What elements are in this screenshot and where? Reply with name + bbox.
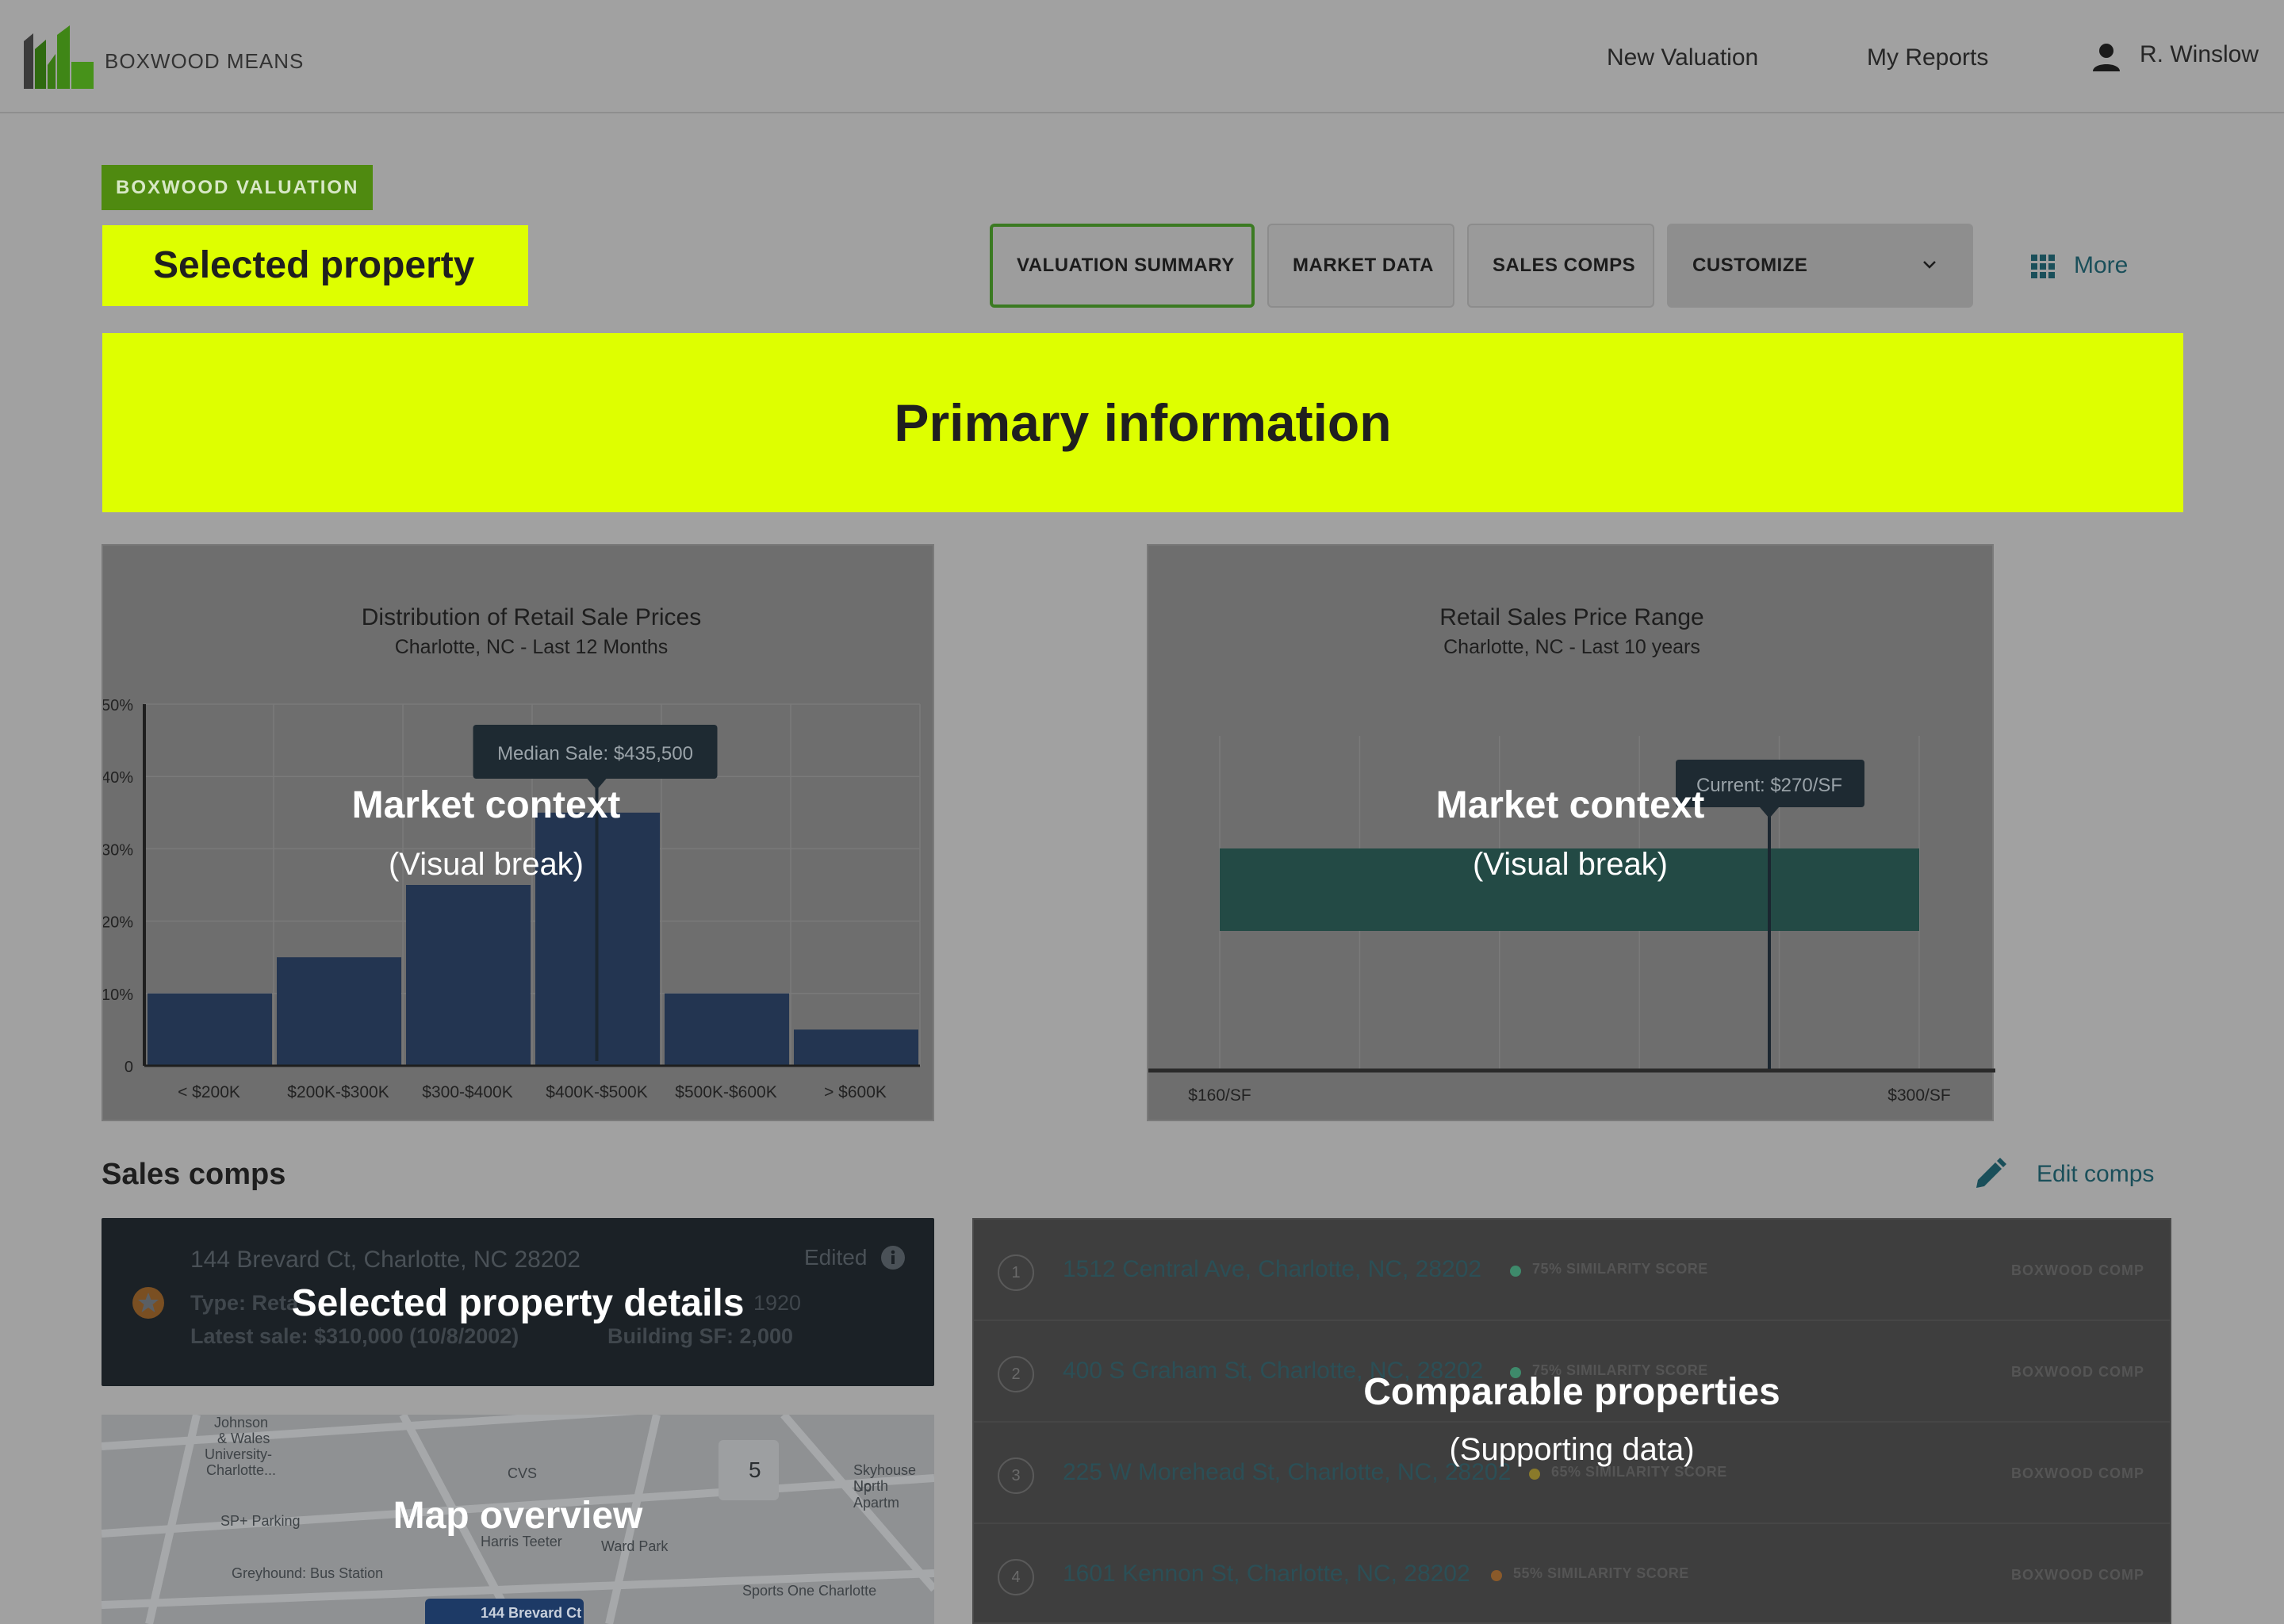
market-context-overlay-subtitle-2: (Visual break) xyxy=(1472,847,1669,882)
user-name[interactable]: R. Winslow xyxy=(2140,41,2259,68)
tab-sales-comps[interactable]: SALES COMPS xyxy=(1467,224,1654,308)
similarity-dot xyxy=(1529,1469,1540,1480)
valuation-badge: BOXWOOD VALUATION xyxy=(102,165,374,210)
selected-property-details-overlay: Selected property details xyxy=(291,1282,745,1324)
map-pin-label[interactable]: 144 Brevard Ct xyxy=(481,1605,581,1622)
nav-new-valuation[interactable]: New Valuation xyxy=(1607,44,1758,71)
chevron-down-icon xyxy=(1923,261,1936,269)
property-building-sf: Building SF: 2,000 xyxy=(607,1324,794,1348)
comp-number: 1 xyxy=(998,1254,1034,1291)
map-label: Greyhound: Bus Station xyxy=(232,1565,384,1581)
customize-label: CUSTOMIZE xyxy=(1692,255,1808,276)
comparable-properties-overlay-subtitle: (Supporting data) xyxy=(1449,1432,1695,1467)
median-label: Median Sale: $435,500 xyxy=(497,743,693,764)
distribution-chart-card: Distribution of Retail Sale Prices Charlo… xyxy=(102,544,934,1121)
map-overview-overlay: Map overview xyxy=(393,1495,643,1537)
x-tick-label: $300/SF xyxy=(1887,1086,1950,1105)
property-latest-sale: Latest sale: $310,000 (10/8/2002) xyxy=(190,1324,519,1348)
map-label: Charlotte... xyxy=(206,1462,277,1478)
price-range-chart-card: Retail Sales Price Range Charlotte, NC - … xyxy=(1147,544,1995,1121)
price-range-chart: Retail Sales Price Range Charlotte, NC - … xyxy=(1148,604,1995,1105)
user-icon[interactable] xyxy=(2090,41,2122,73)
chart-title: Distribution of Retail Sale Prices xyxy=(362,604,702,630)
map-label: & Wales xyxy=(217,1431,270,1446)
comp-source-tag: BOXWOOD COMP xyxy=(2011,1567,2144,1583)
similarity-score: 55% SIMILARITY SCORE xyxy=(1513,1565,1689,1581)
similarity-score: 75% SIMILARITY SCORE xyxy=(1532,1261,1708,1277)
tab-valuation-summary[interactable]: VALUATION SUMMARY xyxy=(990,224,1255,308)
histogram-bar xyxy=(277,957,401,1066)
x-tick-label: > $600K xyxy=(824,1083,887,1101)
comp-source-tag: BOXWOOD COMP xyxy=(2011,1465,2144,1481)
x-tick-label: $300-$400K xyxy=(422,1083,512,1101)
y-tick-label: 0 xyxy=(125,1059,133,1076)
comp-number: 4 xyxy=(998,1559,1034,1595)
info-icon[interactable] xyxy=(880,1245,906,1270)
market-context-overlay-title: Market context xyxy=(351,784,621,826)
pencil-icon[interactable] xyxy=(1973,1158,2006,1191)
chart-title: Retail Sales Price Range xyxy=(1439,604,1704,630)
boxwood-logo-icon[interactable] xyxy=(24,25,94,89)
selected-property-title: Selected property xyxy=(102,225,528,306)
similarity-dot xyxy=(1510,1266,1521,1277)
y-tick-label: 10% xyxy=(103,986,133,1004)
x-tick-label: $200K-$300K xyxy=(287,1083,389,1101)
x-tick-label: $400K-$500K xyxy=(546,1083,647,1101)
comparable-properties-list: 1 1512 Central Ave, Charlotte, NC, 28202 7… xyxy=(972,1218,2171,1624)
selected-property-address: 144 Brevard Ct, Charlotte, NC 28202 xyxy=(190,1247,581,1273)
edited-label: Edited xyxy=(804,1245,868,1270)
map-overview[interactable]: Johnson & Wales University- Charlotte...… xyxy=(102,1415,934,1624)
map-cluster-count[interactable]: 5 xyxy=(749,1457,761,1483)
x-tick-label: < $200K xyxy=(178,1083,240,1101)
y-tick-label: 20% xyxy=(103,914,133,932)
comp-address-link[interactable]: 1601 Kennon St, Charlotte, NC, 28202 xyxy=(1063,1561,1470,1588)
market-context-overlay-subtitle: (Visual break) xyxy=(388,847,584,882)
chart-subtitle: Charlotte, NC - Last 12 Months xyxy=(395,636,669,658)
edit-comps-button[interactable]: Edit comps xyxy=(2037,1161,2154,1188)
selected-property-card[interactable]: 144 Brevard Ct, Charlotte, NC 28202 Edit… xyxy=(102,1218,934,1386)
map-label: Johnson xyxy=(214,1415,269,1431)
market-context-overlay-title-2: Market context xyxy=(1435,784,1705,826)
x-tick-label: $500K-$600K xyxy=(675,1083,776,1101)
comp-source-tag: BOXWOOD COMP xyxy=(2011,1262,2144,1278)
similarity-dot xyxy=(1491,1570,1502,1581)
comparable-properties-overlay-title: Comparable properties xyxy=(1363,1371,1780,1413)
histogram-bar xyxy=(406,885,531,1066)
chart-subtitle: Charlotte, NC - Last 10 years xyxy=(1443,636,1700,658)
histogram-bar xyxy=(794,1029,918,1066)
histogram-bar xyxy=(665,993,789,1066)
x-tick-label: $160/SF xyxy=(1188,1086,1251,1105)
tab-market-data[interactable]: MARKET DATA xyxy=(1267,224,1454,308)
top-navigation-bar: BOXWOOD MEANS New Valuation My Reports R… xyxy=(0,0,2284,113)
map-label: Sports One Charlotte xyxy=(742,1583,877,1599)
nav-my-reports[interactable]: My Reports xyxy=(1867,44,1988,71)
comp-row[interactable]: 1 1512 Central Ave, Charlotte, NC, 28202 7… xyxy=(974,1220,2170,1321)
map-label: CVS xyxy=(508,1465,538,1481)
histogram-bar xyxy=(148,993,272,1066)
sales-comps-heading: Sales comps xyxy=(102,1158,286,1191)
more-button[interactable]: More xyxy=(2074,252,2128,279)
distribution-chart: Distribution of Retail Sale Prices Charlo… xyxy=(103,604,921,1101)
map-label: Ward Park xyxy=(601,1538,669,1554)
tab-customize-dropdown[interactable]: CUSTOMIZE xyxy=(1667,224,1973,308)
y-tick-label: 50% xyxy=(103,697,133,714)
brand-name: BOXWOOD MEANS xyxy=(105,49,305,73)
map-label: University- xyxy=(205,1446,273,1462)
comp-row[interactable]: 4 1601 Kennon St, Charlotte, NC, 28202 55%… xyxy=(974,1524,2170,1624)
comp-address-link[interactable]: 1512 Central Ave, Charlotte, NC, 28202 xyxy=(1063,1256,1481,1283)
grid-menu-icon[interactable] xyxy=(2030,254,2056,279)
primary-information-block: Primary information xyxy=(102,333,2183,512)
